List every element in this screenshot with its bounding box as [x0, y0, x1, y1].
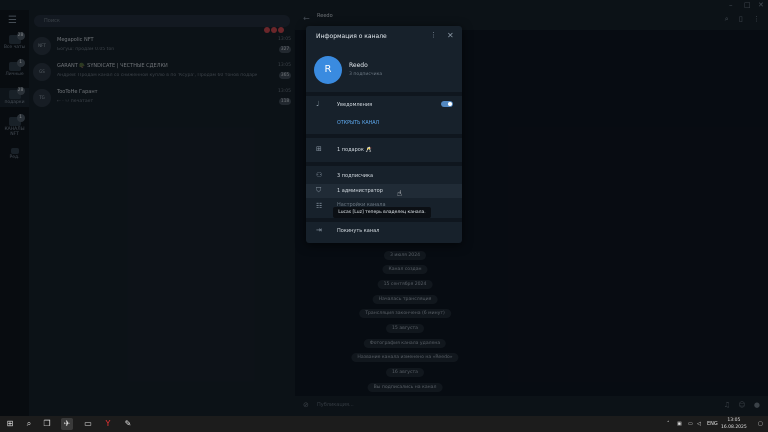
divider [306, 92, 462, 96]
search-icon[interactable]: ⌕ [23, 418, 35, 430]
divider [306, 134, 462, 138]
settings-list-icon: ☷ [316, 202, 323, 210]
leave-icon: ⇥ [316, 226, 322, 234]
people-icon: ⚇ [316, 171, 323, 179]
notifications-label: Уведомления [337, 102, 373, 108]
language-indicator[interactable]: ENG [707, 416, 718, 432]
channel-name: Reedo [349, 62, 368, 69]
network-icon[interactable]: ▣ [677, 416, 682, 432]
monitor-icon[interactable]: ▭ [688, 416, 693, 432]
clock-time: 13:05 [727, 418, 741, 423]
leave-channel-label: Покинуть канал [337, 228, 380, 234]
notifications-icon[interactable]: ▢ [758, 416, 763, 432]
open-channel-button[interactable]: ОТКРЫТЬ КАНАЛ [337, 121, 379, 126]
taskbar: ⊞ ⌕ ❐ ✈ ▭ Y ✎ ˄ ▣ ▭ ◁ ENG 13:05 16.08.20… [0, 416, 768, 432]
leave-channel-row[interactable]: ⇥ Покинуть канал [306, 224, 462, 238]
notifications-row[interactable]: ♩ Уведомления [306, 98, 462, 112]
subscribers-row[interactable]: ⚇ 3 подписчика [306, 169, 462, 183]
channel-subscribers-subtitle: 3 подписчика [349, 72, 383, 77]
notifications-toggle[interactable] [441, 101, 453, 107]
channel-avatar: R [314, 56, 342, 84]
file-explorer-icon[interactable]: ▭ [82, 418, 94, 430]
telegram-taskbar-icon[interactable]: ✈ [61, 418, 73, 430]
mouse-cursor-icon: ☝ [397, 189, 402, 198]
clock[interactable]: 13:05 16.08.2025 [721, 417, 747, 431]
app-icon[interactable]: ✎ [122, 418, 134, 430]
admins-label: 1 администратор [337, 188, 383, 194]
subscribers-label: 3 подписчика [337, 173, 374, 179]
chevron-up-icon[interactable]: ˄ [667, 416, 670, 432]
gifts-row[interactable]: ⊞ 1 подарок 🥂 [306, 143, 462, 157]
shield-icon: ⛉ [316, 186, 322, 194]
telegram-window: – □ ✕ ☰ 28 Все чаты 1 Личные 28 подарки … [0, 0, 768, 416]
tooltip: Lucas [Luz] теперь владелец канала. [333, 207, 431, 218]
divider [306, 162, 462, 166]
windows-start-icon[interactable]: ⊞ [4, 418, 16, 430]
gifts-label: 1 подарок 🥂 [337, 147, 372, 153]
dialog-title: Информация о канале [316, 33, 387, 40]
volume-icon[interactable]: ◁ [697, 416, 701, 432]
gift-icon: ⊞ [316, 145, 322, 153]
close-icon[interactable]: ✕ [447, 31, 454, 40]
yandex-browser-icon[interactable]: Y [102, 418, 114, 430]
divider [306, 218, 462, 222]
admins-row[interactable]: ⛉ 1 администратор [306, 184, 462, 198]
bell-icon: ♩ [316, 100, 320, 108]
more-options-icon[interactable]: ⋮ [430, 31, 437, 39]
clock-date: 16.08.2025 [721, 425, 747, 430]
task-view-icon[interactable]: ❐ [41, 418, 53, 430]
